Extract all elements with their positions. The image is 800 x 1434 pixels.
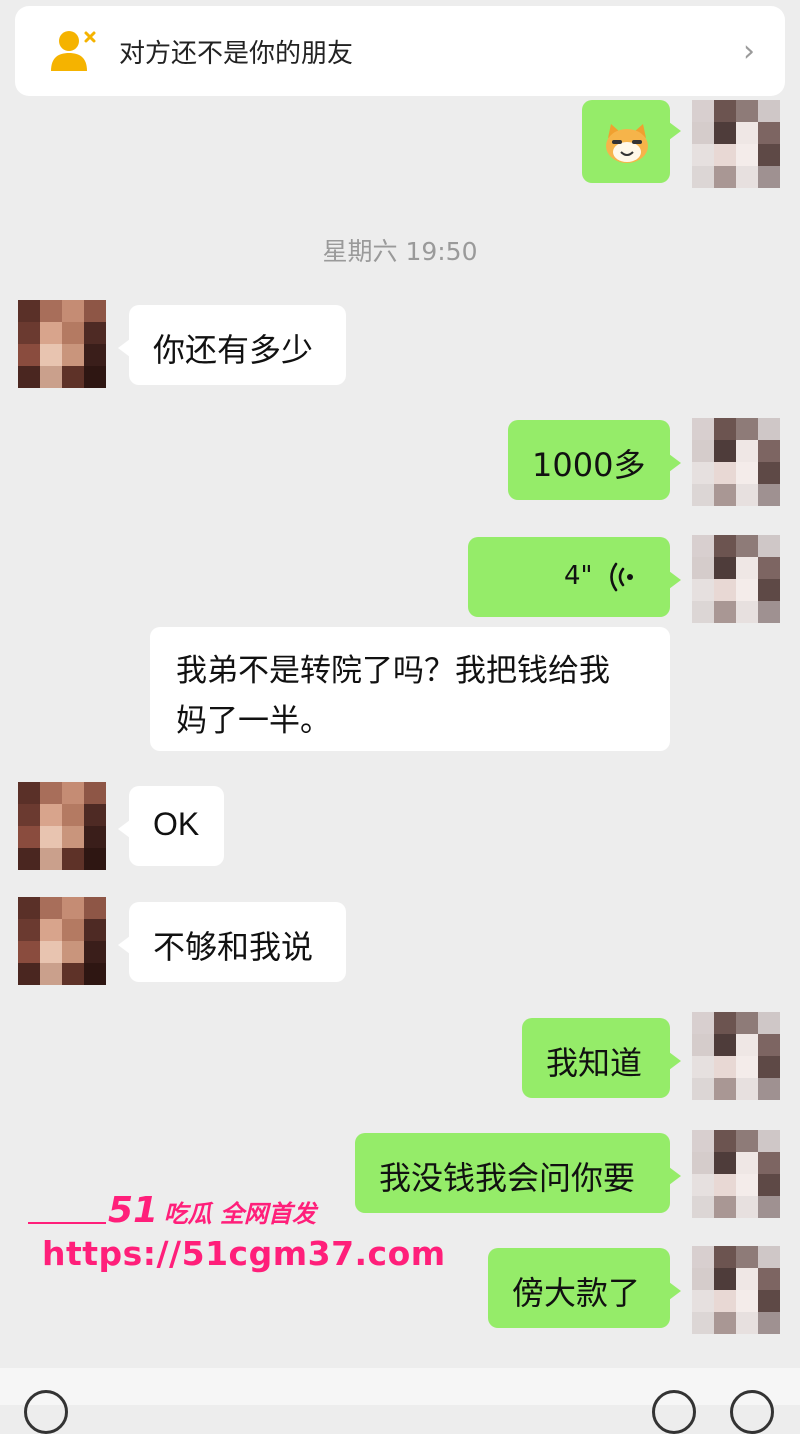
message-bubble-outgoing[interactable]: 1000多 [508, 420, 681, 500]
message-bubble-incoming[interactable]: 我弟不是转院了吗？我把钱给我 妈了一半。 [150, 627, 670, 751]
message-bubble-incoming[interactable]: 不够和我说 [118, 902, 346, 982]
my-avatar[interactable] [692, 1012, 780, 1100]
message-bubble-sticker[interactable] [582, 100, 681, 183]
voice-duration: 4" [564, 561, 593, 591]
my-avatar[interactable] [692, 1130, 780, 1218]
contact-avatar[interactable] [18, 300, 106, 388]
message-bubble-outgoing[interactable]: 我知道 [522, 1018, 681, 1098]
watermark-number: 51 [108, 1190, 159, 1231]
message-bubble-incoming[interactable]: OK [118, 786, 224, 866]
message-bubble-outgoing[interactable]: 我没钱我会问你要 [355, 1133, 681, 1213]
message-bubble-incoming[interactable]: 你还有多少 [118, 305, 346, 385]
emoji-icon[interactable] [652, 1390, 696, 1434]
my-avatar[interactable] [692, 1246, 780, 1334]
cat-emoji-sticker [606, 124, 648, 163]
my-avatar[interactable] [692, 100, 780, 188]
watermark-url: https://51cgm37.com [42, 1234, 446, 1273]
message-bubble-outgoing[interactable]: 傍大款了 [488, 1248, 681, 1328]
voice-toggle-icon[interactable] [24, 1390, 68, 1434]
chat-timestamp: 星期六 19:50 [322, 237, 478, 266]
contact-avatar[interactable] [18, 782, 106, 870]
message-text: 1000多 [532, 446, 646, 484]
site-watermark: 51 吃瓜 全网首发 https://51cgm37.com [28, 1190, 445, 1280]
watermark-line [28, 1222, 106, 1224]
message-text: 你还有多少 [153, 331, 314, 369]
not-friend-banner[interactable]: 对方还不是你的朋友 › [15, 6, 785, 96]
voice-wave-icon [610, 562, 633, 592]
message-text: OK [153, 806, 200, 842]
input-toolbar [0, 1368, 800, 1434]
message-text: 傍大款了 [512, 1274, 641, 1312]
watermark-title: 吃瓜 全网首发 [163, 1200, 317, 1228]
message-text-line-2: 妈了一半。 [176, 703, 331, 739]
message-text: 不够和我说 [153, 928, 314, 966]
more-plus-icon[interactable] [730, 1390, 774, 1434]
voice-message-bubble[interactable]: 4" [468, 537, 681, 617]
my-avatar[interactable] [692, 418, 780, 506]
my-avatar[interactable] [692, 535, 780, 623]
message-text-line-1: 我弟不是转院了吗？我把钱给我 [176, 653, 610, 689]
contact-avatar[interactable] [18, 897, 106, 985]
chevron-right-icon: › [743, 33, 755, 69]
message-text: 我知道 [546, 1044, 643, 1082]
message-text: 我没钱我会问你要 [379, 1159, 636, 1197]
banner-text: 对方还不是你的朋友 [119, 38, 354, 69]
add-friend-person-icon [49, 27, 97, 75]
watermark-heading: 51 吃瓜 全网首发 [108, 1190, 316, 1231]
